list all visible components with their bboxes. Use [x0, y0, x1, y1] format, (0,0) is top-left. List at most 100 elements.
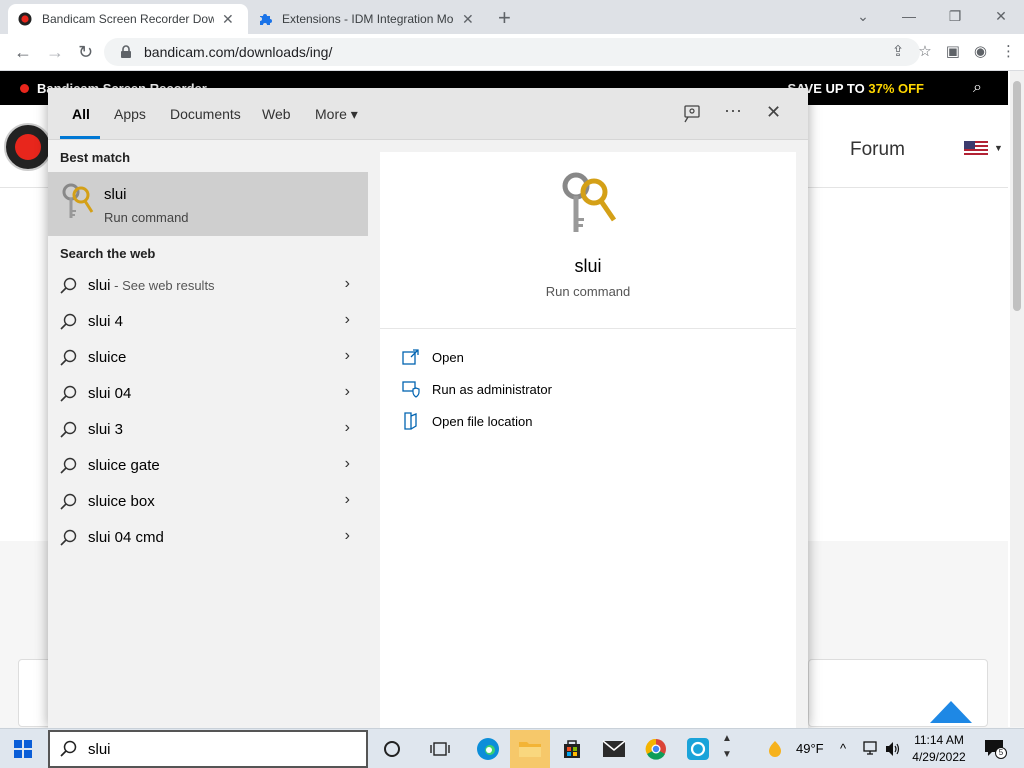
chevron-right-icon: ›	[344, 311, 350, 328]
notification-center-icon[interactable]: 5	[984, 739, 1007, 759]
tab-search-button[interactable]: ⌄	[840, 0, 886, 32]
web-suggestion[interactable]: sluice gate ›	[48, 448, 368, 484]
suggestion-query: slui 4	[88, 313, 124, 330]
task-view-icon[interactable]	[426, 735, 454, 763]
tab-more[interactable]: More ▾	[315, 106, 358, 123]
reload-button[interactable]: ↻	[78, 42, 93, 63]
action-label: Open file location	[432, 414, 533, 429]
tab-apps[interactable]: Apps	[114, 106, 146, 122]
network-icon[interactable]	[862, 741, 880, 757]
tab-close-icon[interactable]: ✕	[222, 11, 234, 28]
divider	[380, 328, 796, 329]
restore-button[interactable]: ❐	[932, 0, 978, 32]
web-suggestion[interactable]: slui - See web results ›	[48, 268, 368, 304]
brand-dot-icon	[20, 84, 29, 93]
web-suggestion[interactable]: slui 4 ›	[48, 304, 368, 340]
url-text: bandicam.com/downloads/ing/	[144, 44, 333, 60]
page-scrollbar[interactable]	[1010, 71, 1024, 727]
notification-count: 5	[995, 747, 1007, 759]
lock-icon	[121, 45, 131, 58]
close-flyout-button[interactable]: ✕	[766, 102, 781, 123]
site-search-icon[interactable]: ⌕	[973, 79, 982, 97]
tab-all[interactable]: All	[72, 106, 90, 122]
action-open-file-location[interactable]: Open file location	[402, 410, 782, 434]
clock-date: 4/29/2022	[912, 750, 966, 764]
browser-toolbar: ← → ↻ bandicam.com/downloads/ing/ ⇪ ☆ ▣ …	[0, 34, 1024, 71]
search-filter-tabs: All Apps Documents Web More ▾ ··· ✕	[48, 88, 808, 140]
feedback-icon[interactable]	[682, 104, 702, 124]
chevron-right-icon: ›	[344, 383, 350, 400]
window-controls: ⌄ — ❐ ✕	[840, 0, 1024, 32]
edge-icon[interactable]	[474, 735, 502, 763]
forum-link[interactable]: Forum	[850, 139, 905, 161]
volume-icon[interactable]	[884, 741, 902, 757]
microsoft-store-icon[interactable]	[558, 735, 586, 763]
more-options-button[interactable]: ···	[724, 100, 742, 121]
menu-icon[interactable]: ⋮	[1001, 42, 1016, 60]
search-flyout: All Apps Documents Web More ▾ ··· ✕ Best…	[48, 88, 808, 728]
toolbar-icons: ⇪ ☆ ▣ ◉ ⋮	[892, 42, 1016, 60]
tab-title: Bandicam Screen Recorder Down	[42, 12, 214, 26]
action-open[interactable]: Open	[402, 346, 782, 370]
web-suggestion[interactable]: slui 3 ›	[48, 412, 368, 448]
browser-tabstrip: Bandicam Screen Recorder Down ✕ Extensio…	[0, 0, 1024, 34]
detail-card: slui Run command Open Run as administrat…	[380, 152, 796, 728]
system-clock[interactable]: 11:14 AM 4/29/2022	[906, 732, 972, 766]
web-suggestion[interactable]: sluice ›	[48, 340, 368, 376]
taskbar-search-input[interactable]	[88, 740, 348, 758]
result-detail-pane: slui Run command Open Run as administrat…	[368, 140, 808, 728]
tab-web[interactable]: Web	[262, 106, 291, 122]
taskbar-search-box[interactable]	[48, 730, 368, 768]
cortana-icon[interactable]	[378, 735, 406, 763]
tab-title: Extensions - IDM Integration Mo	[282, 12, 454, 26]
web-suggestion[interactable]: sluice box ›	[48, 484, 368, 520]
web-suggestion[interactable]: slui 04 cmd ›	[48, 520, 368, 556]
tab-bandicam[interactable]: Bandicam Screen Recorder Down ✕	[8, 4, 248, 34]
suggestion-query: slui	[88, 277, 111, 294]
forward-button[interactable]: →	[46, 42, 64, 63]
address-bar[interactable]: bandicam.com/downloads/ing/	[104, 38, 920, 66]
us-flag-icon[interactable]	[964, 141, 988, 157]
sale-value: 37% OFF	[868, 81, 924, 96]
back-button[interactable]: ←	[14, 42, 32, 63]
file-location-icon	[404, 412, 417, 430]
chrome-icon[interactable]	[642, 735, 670, 763]
weather-icon[interactable]	[764, 739, 786, 759]
star-icon[interactable]: ☆	[918, 42, 931, 60]
action-run-as-administrator[interactable]: Run as administrator	[402, 378, 782, 402]
language-caret-icon[interactable]: ▼	[994, 143, 1003, 153]
scrollbar-thumb[interactable]	[1013, 81, 1021, 311]
minimize-button[interactable]: —	[886, 0, 932, 32]
taskbar-scroll-arrows[interactable]: ▲ ▼	[722, 731, 732, 763]
weather-temp[interactable]: 49°F	[796, 741, 824, 756]
suggestion-query: sluice gate	[88, 457, 160, 474]
chevron-right-icon: ›	[344, 527, 350, 544]
app-icon[interactable]	[684, 735, 712, 763]
detail-app-name: slui	[574, 256, 602, 276]
web-suggestion[interactable]: slui 04 ›	[48, 376, 368, 412]
profile-icon[interactable]: ◉	[974, 42, 987, 60]
search-icon	[60, 529, 77, 546]
best-match-header: Best match	[60, 150, 131, 165]
clock-time: 11:14 AM	[914, 733, 964, 747]
sidepanel-icon[interactable]: ▣	[946, 42, 960, 60]
search-icon	[60, 313, 77, 330]
windows-start-icon[interactable]	[14, 740, 32, 758]
search-icon	[60, 740, 77, 757]
search-icon	[60, 493, 77, 510]
bandicam-logo[interactable]	[4, 123, 52, 171]
chevron-right-icon: ›	[344, 419, 350, 436]
action-label: Run as administrator	[432, 382, 552, 397]
mail-icon[interactable]	[600, 735, 628, 763]
best-match-item[interactable]: slui Run command	[48, 172, 368, 236]
new-tab-button[interactable]: +	[498, 5, 511, 31]
close-window-button[interactable]: ✕	[978, 0, 1024, 32]
action-label: Open	[432, 350, 464, 365]
tab-extensions[interactable]: Extensions - IDM Integration Mo ✕	[248, 4, 488, 34]
share-icon[interactable]: ⇪	[892, 42, 905, 60]
tray-overflow-icon[interactable]: ^	[840, 741, 846, 756]
tab-documents[interactable]: Documents	[170, 106, 241, 122]
keys-icon	[562, 172, 617, 232]
file-explorer-icon[interactable]	[510, 730, 550, 768]
tab-close-icon[interactable]: ✕	[462, 11, 474, 28]
